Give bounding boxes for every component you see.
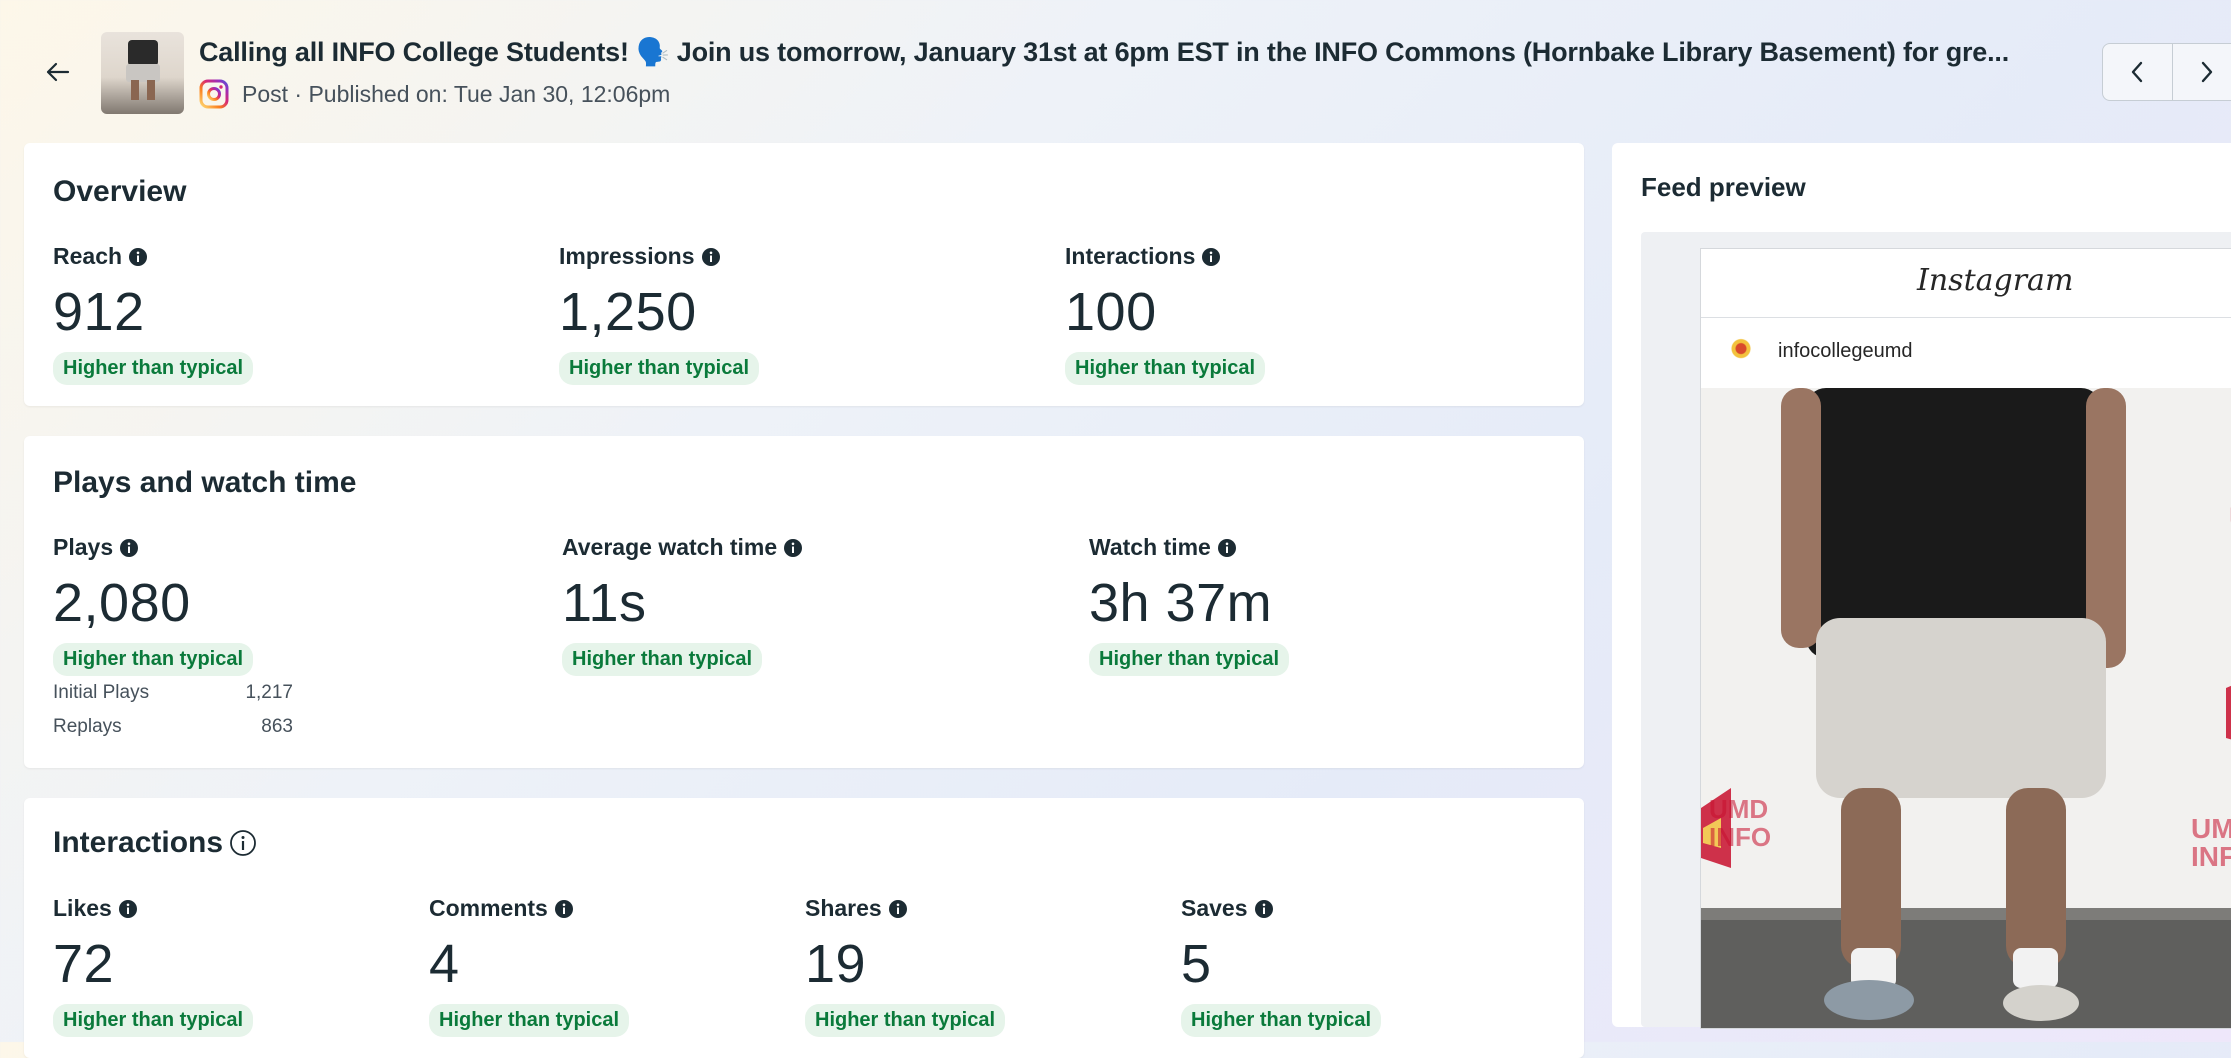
post-thumbnail[interactable]: [101, 32, 184, 114]
chevron-left-icon: [2129, 60, 2145, 84]
metric-comments: Comments 4 Higher than typical: [429, 893, 629, 1037]
info-icon[interactable]: [701, 246, 721, 266]
metric-value: 912: [53, 280, 253, 344]
metric-value: 1,250: [559, 280, 759, 344]
info-icon[interactable]: [128, 246, 148, 266]
metric-shares: Shares 19 Higher than typical: [805, 893, 1005, 1037]
metric-watch-time: Watch time 3h 37m Higher than typical: [1089, 532, 1289, 676]
status-badge: Higher than typical: [53, 352, 253, 385]
breakdown-label: Initial Plays: [53, 682, 149, 704]
instagram-wordmark: Instagram: [1917, 263, 2073, 298]
metric-value: 100: [1065, 280, 1265, 344]
metric-value: 5: [1181, 932, 1381, 996]
initial-plays-row: Initial Plays 1,217: [53, 682, 293, 704]
metric-label: Reach: [53, 243, 122, 270]
metric-reach: Reach 912 Higher than typical: [53, 241, 253, 385]
post-media-preview[interactable]: UMD INFO UMD INFO U I: [1701, 388, 2231, 1028]
instagram-username: infocollegeumd: [1778, 340, 1913, 363]
post-video-frame: UMD INFO UMD INFO U I: [1701, 388, 2231, 1028]
plays-title: Plays and watch time: [53, 466, 356, 500]
metric-value: 4: [429, 932, 629, 996]
metric-value: 11s: [562, 571, 803, 635]
post-title: Calling all INFO College Students! 🗣️ Jo…: [199, 36, 2079, 68]
metric-label: Saves: [1181, 895, 1248, 922]
metric-value: 19: [805, 932, 1005, 996]
info-outline-icon[interactable]: [229, 829, 257, 857]
post-navigation: [2102, 43, 2231, 101]
instagram-header: Instagram: [1701, 249, 2231, 318]
status-badge: Higher than typical: [429, 1004, 629, 1037]
info-icon[interactable]: [1254, 898, 1274, 918]
metric-label: Watch time: [1089, 534, 1211, 561]
metric-label: Likes: [53, 895, 112, 922]
info-icon[interactable]: [888, 898, 908, 918]
breakdown-value: 863: [223, 716, 293, 738]
info-icon[interactable]: [119, 537, 139, 557]
interactions-title-row: Interactions: [53, 826, 257, 860]
overview-title: Overview: [53, 175, 186, 209]
avatar: [1719, 335, 1763, 369]
chevron-right-icon: [2199, 60, 2215, 84]
metric-label: Plays: [53, 534, 113, 561]
metric-value: 2,080: [53, 571, 253, 635]
metric-label: Average watch time: [562, 534, 777, 561]
status-badge: Higher than typical: [559, 352, 759, 385]
metric-label: Shares: [805, 895, 882, 922]
metric-saves: Saves 5 Higher than typical: [1181, 893, 1381, 1037]
metric-value: 3h 37m: [1089, 571, 1289, 635]
interactions-title: Interactions: [53, 826, 223, 860]
status-badge: Higher than typical: [805, 1004, 1005, 1037]
feed-preview-title: Feed preview: [1641, 172, 1806, 203]
instagram-icon: [199, 79, 229, 109]
metric-impressions: Impressions 1,250 Higher than typical: [559, 241, 759, 385]
overview-card: [24, 143, 1584, 406]
metric-interactions: Interactions 100 Higher than typical: [1065, 241, 1265, 385]
status-badge: Higher than typical: [1181, 1004, 1381, 1037]
replays-row: Replays 863: [53, 716, 293, 738]
svg-text:INFO: INFO: [1709, 822, 1771, 852]
instagram-post-preview: Instagram infocollegeumd UMD INFO UMD IN…: [1700, 248, 2231, 1029]
svg-text:UMD: UMD: [2191, 813, 2231, 844]
metric-label: Impressions: [559, 243, 695, 270]
metric-label: Comments: [429, 895, 548, 922]
metric-average-watch-time: Average watch time 11s Higher than typic…: [562, 532, 803, 676]
status-badge: Higher than typical: [1089, 643, 1289, 676]
back-arrow-icon: [44, 61, 70, 83]
status-badge: Higher than typical: [53, 1004, 253, 1037]
next-post-button[interactable]: [2173, 44, 2231, 100]
status-badge: Higher than typical: [562, 643, 762, 676]
breakdown-value: 1,217: [223, 682, 293, 704]
back-button[interactable]: [40, 55, 74, 89]
status-badge: Higher than typical: [53, 643, 253, 676]
status-badge: Higher than typical: [1065, 352, 1265, 385]
post-published-date: Post · Published on: Tue Jan 30, 12:06pm: [242, 81, 670, 108]
info-icon[interactable]: [118, 898, 138, 918]
info-icon[interactable]: [554, 898, 574, 918]
instagram-user-bar: infocollegeumd: [1701, 318, 2231, 386]
metric-label: Interactions: [1065, 243, 1195, 270]
metric-plays: Plays 2,080 Higher than typical: [53, 532, 253, 676]
info-icon[interactable]: [1201, 246, 1221, 266]
breakdown-label: Replays: [53, 716, 122, 738]
svg-text:UMD: UMD: [1709, 794, 1768, 824]
info-icon[interactable]: [1217, 537, 1237, 557]
post-header: Calling all INFO College Students! 🗣️ Jo…: [0, 0, 2231, 140]
info-icon[interactable]: [783, 537, 803, 557]
previous-post-button[interactable]: [2103, 44, 2173, 100]
post-meta-line: Post · Published on: Tue Jan 30, 12:06pm: [199, 78, 670, 110]
metric-value: 72: [53, 932, 253, 996]
metric-likes: Likes 72 Higher than typical: [53, 893, 253, 1037]
svg-text:INFO: INFO: [2191, 841, 2231, 872]
